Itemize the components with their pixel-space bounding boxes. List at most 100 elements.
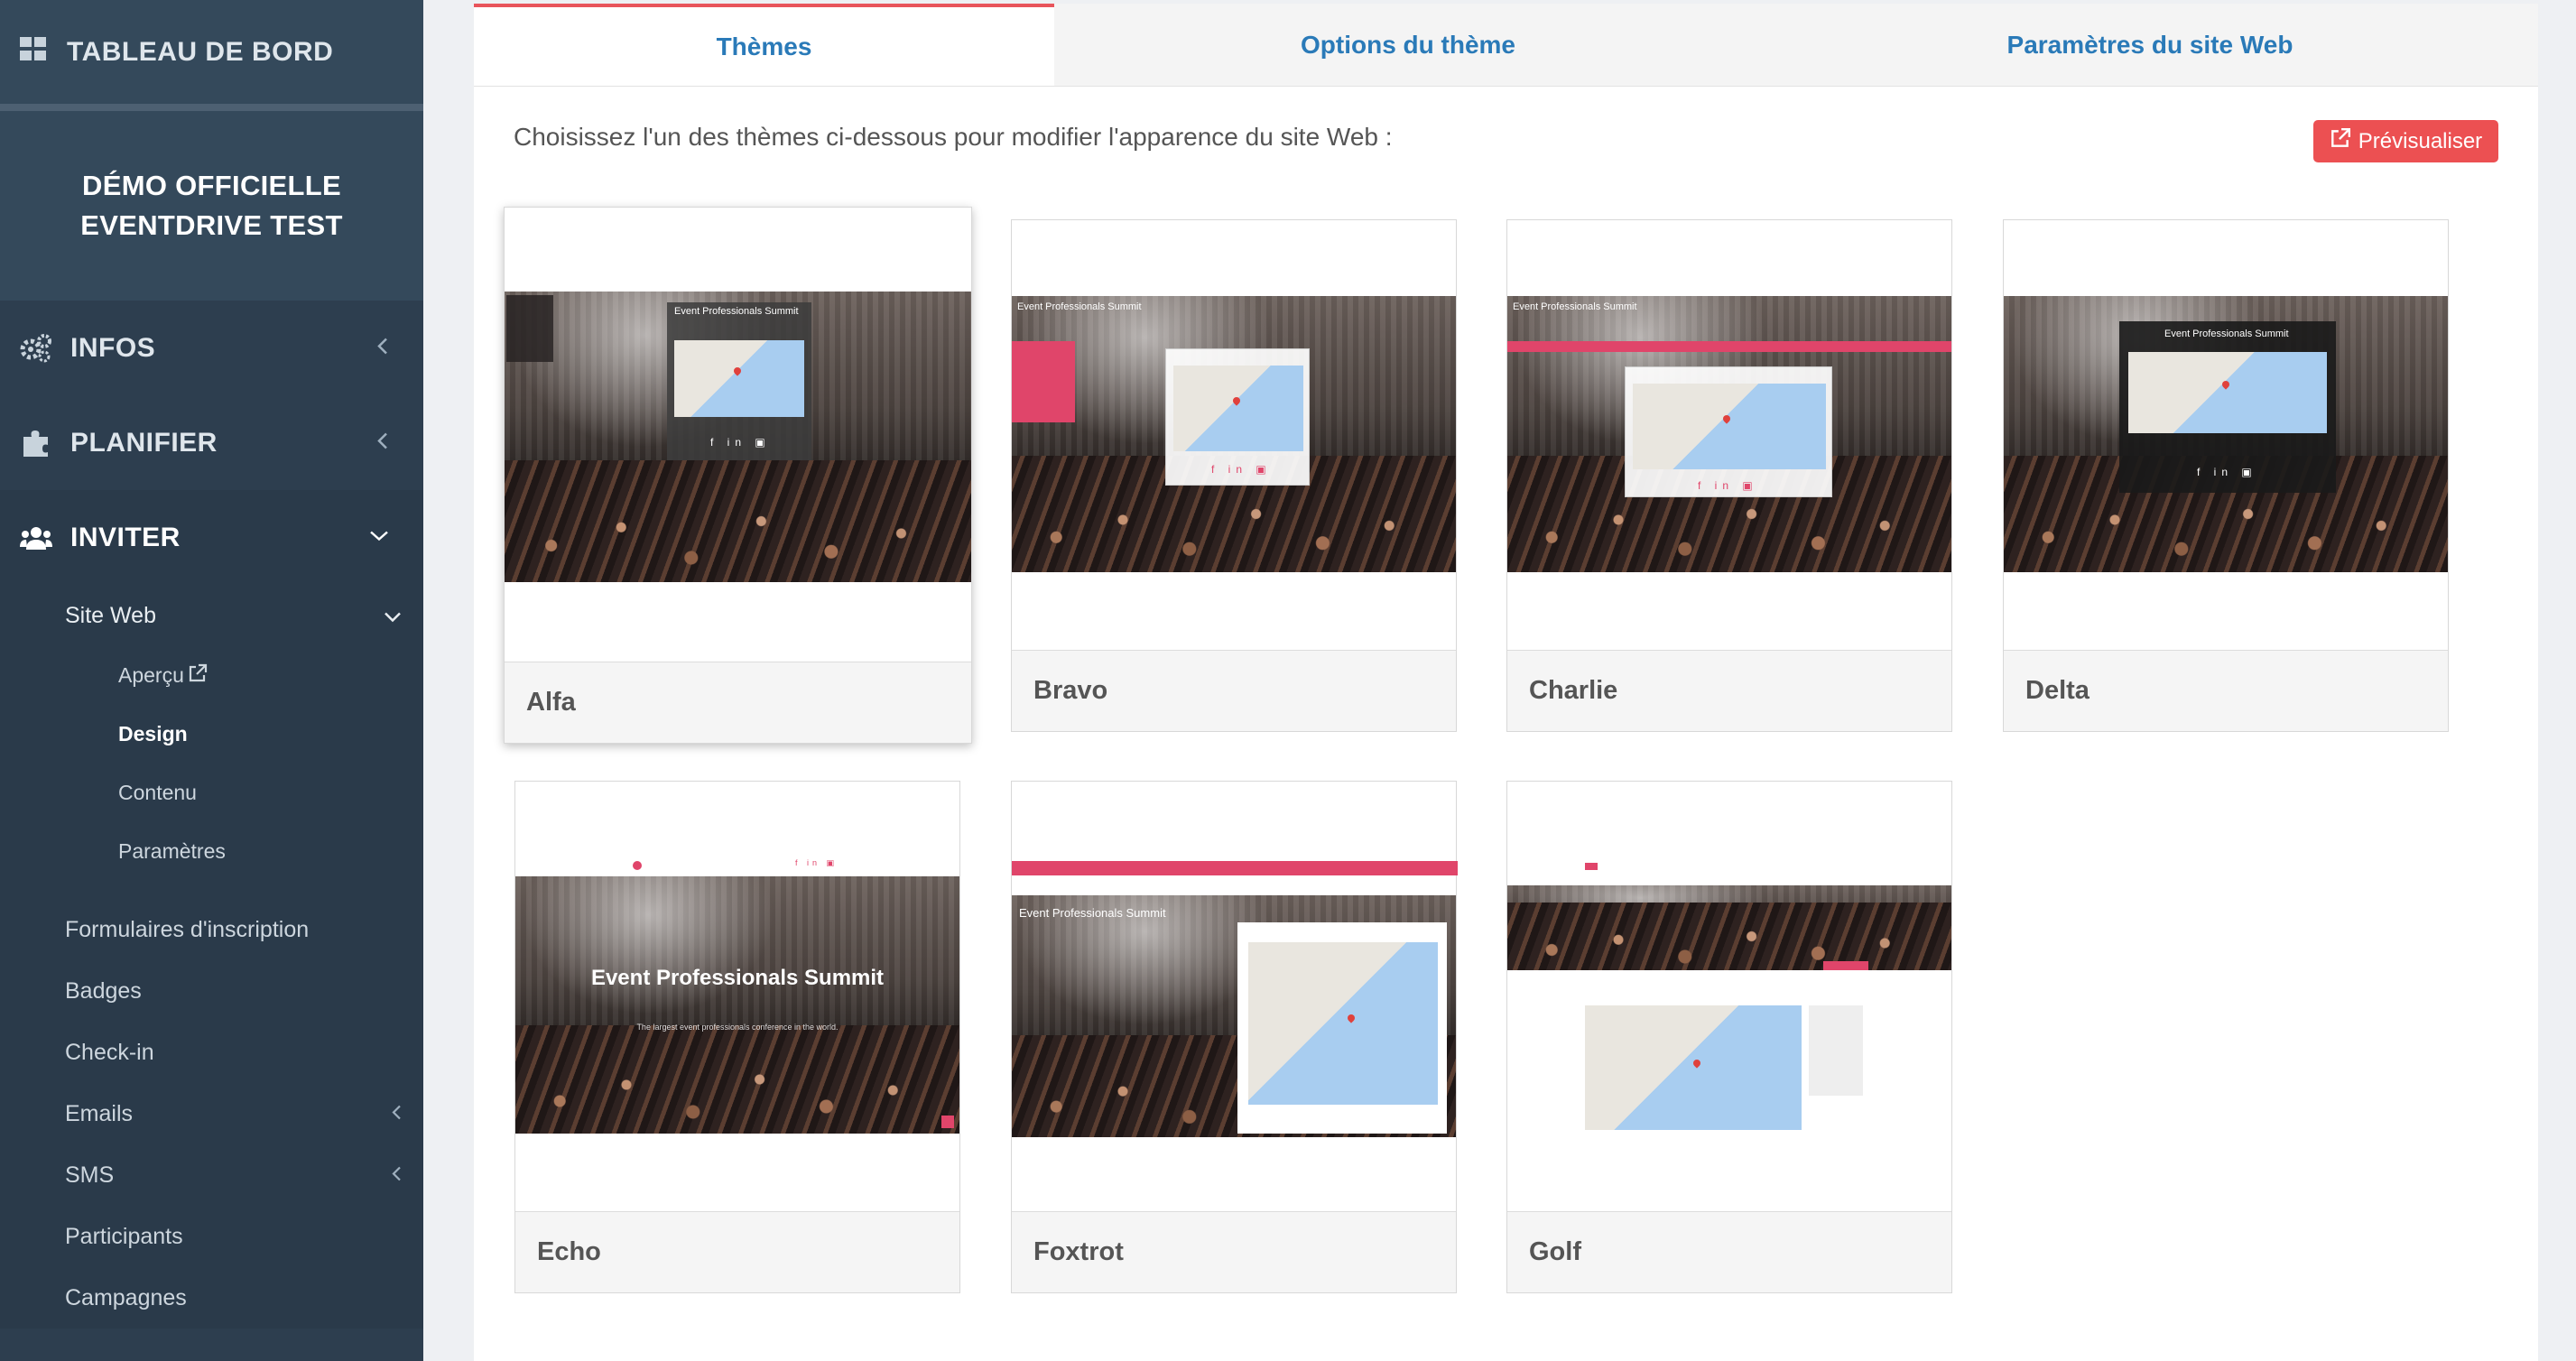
grid-icon	[20, 36, 47, 68]
mini-event-title: Event Professionals Summit	[1017, 301, 1142, 312]
mini-event-title: Event Professionals Summit	[1019, 906, 1166, 920]
chevron-down-icon	[384, 603, 402, 629]
social-icons: f in ▣	[1698, 479, 1758, 492]
mini-pink-topbar	[1012, 861, 1458, 875]
mini-social-strip	[1823, 961, 1868, 970]
mini-event-title: Event Professionals Summit	[1513, 301, 1637, 312]
social-icons: f in ▣	[795, 858, 839, 867]
theme-card-charlie[interactable]: Event Professionals Summit f in ▣ Charli…	[1506, 219, 1952, 732]
puzzle-icon	[20, 427, 52, 459]
preview-button[interactable]: Prévisualiser	[2313, 120, 2498, 162]
sidebar-item-site-web[interactable]: Site Web	[0, 585, 423, 646]
sidebar-item-label: Participants	[65, 1223, 183, 1249]
sidebar-item-apercu[interactable]: Aperçu	[0, 646, 423, 705]
sidebar-item-campagnes[interactable]: Campagnes	[0, 1267, 423, 1329]
event-name: DÉMO OFFICIELLE EVENTDRIVE TEST	[80, 170, 343, 241]
mini-event-title: Event Professionals Summit	[2164, 329, 2289, 339]
sidebar: TABLEAU DE BORD DÉMO OFFICIELLE EVENTDRI…	[0, 0, 423, 1361]
theme-thumbnail: Event Professionals Summit f in ▣	[1507, 296, 1951, 572]
sidebar-item-parametres[interactable]: Paramètres	[0, 822, 423, 881]
sidebar-item-check-in[interactable]: Check-in	[0, 1022, 423, 1083]
mini-map	[2128, 352, 2327, 433]
external-link-icon	[188, 663, 208, 689]
sidebar-item-label: Design	[118, 722, 188, 745]
users-icon	[20, 522, 52, 554]
sidebar-item-label: Site Web	[65, 602, 156, 628]
sidebar-item-contenu[interactable]: Contenu	[0, 764, 423, 822]
mini-logo	[1585, 863, 1598, 870]
theme-name: Delta	[2004, 650, 2448, 731]
mini-side-menu	[1809, 1005, 1863, 1096]
theme-name: Bravo	[1012, 650, 1456, 731]
sidebar-item-planifier[interactable]: PLANIFIER	[0, 395, 423, 490]
theme-thumbnail: Event Professionals Summit f in ▣	[505, 292, 971, 582]
crowd-image	[505, 459, 971, 582]
chevron-down-icon	[369, 529, 389, 546]
sidebar-item-badges[interactable]: Badges	[0, 960, 423, 1022]
mini-pink-navbar	[1507, 341, 1951, 352]
sidebar-item-infos[interactable]: INFOS	[0, 301, 423, 395]
chevron-left-icon	[391, 1162, 402, 1189]
map-pin-icon	[1346, 1013, 1357, 1023]
theme-name: Foxtrot	[1012, 1211, 1456, 1292]
chevron-left-icon	[376, 431, 389, 454]
sidebar-item-label: Contenu	[118, 781, 197, 804]
theme-card-echo[interactable]: f in ▣ Event Professionals Summit The la…	[514, 781, 960, 1293]
sidebar-item-label: Campagnes	[65, 1284, 187, 1310]
divider	[0, 104, 423, 111]
tab-parametres-site-web[interactable]: Paramètres du site Web	[1762, 4, 2538, 86]
mini-event-panel: Event Professionals Summit f in ▣	[667, 302, 811, 460]
sidebar-item-emails[interactable]: Emails	[0, 1083, 423, 1144]
theme-card-alfa[interactable]: Event Professionals Summit f in ▣ Alfa	[504, 207, 972, 744]
theme-card-foxtrot[interactable]: Event Professionals Summit Foxtrot	[1011, 781, 1458, 1293]
theme-card-golf[interactable]: Golf	[1506, 781, 1952, 1293]
sidebar-item-participants[interactable]: Participants	[0, 1206, 423, 1267]
sidebar-item-label: Paramètres	[118, 839, 226, 863]
mini-event-title: Event Professionals Summit	[674, 306, 799, 317]
chevron-left-icon	[376, 337, 389, 359]
sidebar-item-inviter[interactable]: INVITER	[0, 490, 423, 585]
sidebar-item-label: SMS	[65, 1162, 115, 1188]
theme-card-delta[interactable]: Event Professionals Summit f in ▣ Delta	[2003, 219, 2449, 732]
crowd-image	[515, 1025, 959, 1134]
tab-options-du-theme[interactable]: Options du thème	[1054, 4, 1762, 86]
dashboard-label: TABLEAU DE BORD	[67, 36, 334, 67]
theme-thumbnail	[1507, 885, 1951, 970]
theme-thumbnail: Event Professionals Summit	[1012, 895, 1456, 1137]
sidebar-item-formulaires[interactable]: Formulaires d'inscription	[0, 899, 423, 960]
mini-map	[674, 340, 804, 417]
tab-bar: Thèmes Options du thème Paramètres du si…	[474, 4, 2538, 87]
mini-logo	[633, 861, 642, 870]
mini-map	[1585, 1005, 1802, 1130]
sidebar-item-label: Check-in	[65, 1039, 154, 1065]
sidebar-item-label: INFOS	[70, 332, 156, 363]
sidebar-item-label: Emails	[65, 1100, 134, 1126]
intro-text: Choisissez l'un des thèmes ci-dessous po…	[514, 123, 1393, 151]
tab-themes[interactable]: Thèmes	[474, 4, 1054, 86]
echo-title: Event Professionals Summit	[590, 966, 885, 990]
mini-map	[1173, 366, 1303, 451]
theme-name: Alfa	[505, 662, 971, 743]
mini-pink-menu	[1012, 341, 1075, 422]
sidebar-item-label: PLANIFIER	[70, 427, 218, 458]
dashboard-link[interactable]: TABLEAU DE BORD	[0, 0, 423, 104]
map-pin-icon	[2220, 379, 2231, 390]
theme-thumbnail: Event Professionals Summit f in ▣	[1012, 296, 1456, 572]
social-icons: f in ▣	[2197, 466, 2257, 478]
map-pin-icon	[1721, 413, 1732, 424]
theme-name: Charlie	[1507, 650, 1951, 731]
scroll-top-icon	[941, 1116, 954, 1128]
mini-map	[1248, 942, 1438, 1105]
main-panel: Thèmes Options du thème Paramètres du si…	[474, 4, 2538, 1361]
mini-event-panel: f in ▣	[1625, 366, 1832, 497]
mini-event-panel: f in ▣	[1165, 348, 1310, 486]
echo-subtitle: The largest event professionals conferen…	[636, 1023, 839, 1032]
chevron-left-icon	[391, 1101, 402, 1127]
map-pin-icon	[1691, 1058, 1702, 1069]
theme-card-bravo[interactable]: Event Professionals Summit f in ▣ Bravo	[1011, 219, 1457, 732]
sidebar-item-design[interactable]: Design	[0, 705, 423, 764]
sidebar-item-sms[interactable]: SMS	[0, 1144, 423, 1206]
sidebar-item-label: Formulaires d'inscription	[65, 916, 310, 942]
sidebar-item-label: Aperçu	[118, 663, 184, 687]
preview-button-label: Prévisualiser	[2358, 128, 2483, 153]
